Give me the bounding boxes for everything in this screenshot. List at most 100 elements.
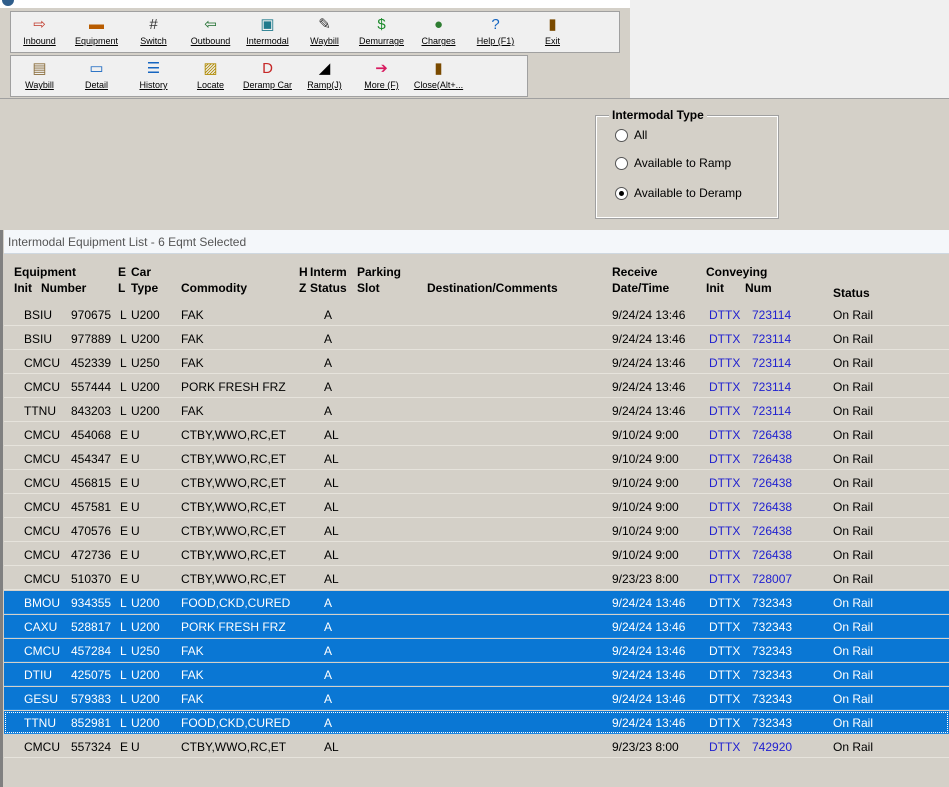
- header-destination[interactable]: Destination/Comments: [427, 281, 558, 295]
- radio-deramp-button[interactable]: [615, 186, 628, 200]
- header-l[interactable]: L: [118, 281, 125, 295]
- cell-conveying-num[interactable]: 732343: [752, 716, 792, 730]
- toolbar-button-intermodal[interactable]: ▣ Intermodal: [239, 12, 296, 52]
- radio-ramp-button[interactable]: [615, 156, 628, 170]
- toolbar2-button-close-alt[interactable]: ▮ Close(Alt+...: [410, 56, 467, 96]
- header-e[interactable]: E: [118, 265, 126, 279]
- header-type[interactable]: Type: [131, 281, 158, 295]
- header-datetime[interactable]: Date/Time: [612, 281, 669, 295]
- header-conveying-num[interactable]: Num: [745, 281, 772, 295]
- header-z[interactable]: Z: [299, 281, 306, 295]
- toolbar-button-demurrage[interactable]: $ Demurrage: [353, 12, 410, 52]
- table-row[interactable]: TTNU 843203 L U200 FAK A 9/24/24 13:46 DTTX 7231…: [4, 399, 949, 422]
- cell-conveying-init[interactable]: DTTX: [709, 356, 740, 370]
- header-conveying-init[interactable]: Init: [706, 281, 724, 295]
- cell-conveying-num[interactable]: 723114: [752, 404, 791, 418]
- table-row[interactable]: CMCU 557324 E U CTBY,WWO,RC,ET AL 9/23/23 8:00…: [4, 735, 949, 758]
- toolbar2-button-locate[interactable]: ▨ Locate: [182, 56, 239, 96]
- cell-conveying-init[interactable]: DTTX: [709, 452, 740, 466]
- cell-conveying-num[interactable]: 726438: [752, 524, 792, 538]
- header-row-status[interactable]: Status: [833, 286, 870, 300]
- cell-conveying-init[interactable]: DTTX: [709, 548, 740, 562]
- cell-conveying-init[interactable]: DTTX: [709, 380, 740, 394]
- toolbar2-button-more-f[interactable]: ➔ More (F): [353, 56, 410, 96]
- cell-conveying-num[interactable]: 732343: [752, 692, 792, 706]
- cell-conveying-num[interactable]: 732343: [752, 596, 792, 610]
- table-row[interactable]: CMCU 457284 L U250 FAK A 9/24/24 13:46 DTTX 7323…: [4, 639, 949, 662]
- table-row[interactable]: GESU 579383 L U200 FAK A 9/24/24 13:46 DTTX 7323…: [4, 687, 949, 710]
- table-row[interactable]: CMCU 510370 E U CTBY,WWO,RC,ET AL 9/23/23 8:00…: [4, 567, 949, 590]
- toolbar2-button-deramp-car[interactable]: D Deramp Car: [239, 56, 296, 96]
- cell-conveying-init[interactable]: DTTX: [709, 524, 740, 538]
- cell-conveying-num[interactable]: 732343: [752, 620, 792, 634]
- cell-conveying-num[interactable]: 726438: [752, 548, 792, 562]
- table-row[interactable]: CMCU 457581 E U CTBY,WWO,RC,ET AL 9/10/24 9:00…: [4, 495, 949, 518]
- toolbar-button-help-f1[interactable]: ? Help (F1): [467, 12, 524, 52]
- toolbar2-button-ramp-j[interactable]: ◢ Ramp(J): [296, 56, 353, 96]
- cell-conveying-num[interactable]: 723114: [752, 308, 791, 322]
- cell-conveying-num[interactable]: 726438: [752, 476, 792, 490]
- header-parking[interactable]: Parking: [357, 265, 401, 279]
- cell-conveying-init[interactable]: DTTX: [709, 620, 740, 634]
- header-equipment[interactable]: Equipment: [14, 265, 76, 279]
- header-init[interactable]: Init: [14, 281, 32, 295]
- cell-conveying-init[interactable]: DTTX: [709, 692, 740, 706]
- toolbar-button-waybill[interactable]: ✎ Waybill: [296, 12, 353, 52]
- table-row[interactable]: TTNU 852981 L U200 FOOD,CKD,CURED A 9/24/24 13…: [4, 711, 949, 734]
- table-row[interactable]: CMCU 456815 E U CTBY,WWO,RC,ET AL 9/10/24 9:00…: [4, 471, 949, 494]
- table-row[interactable]: CMCU 452339 L U250 FAK A 9/24/24 13:46 DTTX 7231…: [4, 351, 949, 374]
- header-interm[interactable]: Interm: [310, 265, 347, 279]
- table-row[interactable]: BMOU 934355 L U200 FOOD,CKD,CURED A 9/24/24 13…: [4, 591, 949, 614]
- cell-conveying-init[interactable]: DTTX: [709, 428, 740, 442]
- radio-all-button[interactable]: [615, 128, 628, 142]
- cell-conveying-init[interactable]: DTTX: [709, 404, 740, 418]
- cell-conveying-num[interactable]: 732343: [752, 644, 792, 658]
- toolbar-button-equipment[interactable]: ▬ Equipment: [68, 12, 125, 52]
- cell-conveying-num[interactable]: 726438: [752, 500, 792, 514]
- header-car[interactable]: Car: [131, 265, 151, 279]
- toolbar-button-switch[interactable]: # Switch: [125, 12, 182, 52]
- cell-conveying-num[interactable]: 728007: [752, 572, 792, 586]
- cell-conveying-num[interactable]: 723114: [752, 356, 791, 370]
- cell-conveying-init[interactable]: DTTX: [709, 740, 740, 754]
- table-row[interactable]: CMCU 557444 L U200 PORK FRESH FRZ A 9/24/24 13…: [4, 375, 949, 398]
- header-number[interactable]: Number: [41, 281, 86, 295]
- header-commodity[interactable]: Commodity: [181, 281, 247, 295]
- table-row[interactable]: BSIU 970675 L U200 FAK A 9/24/24 13:46 DTTX 7231…: [4, 303, 949, 326]
- toolbar2-button-detail[interactable]: ▭ Detail: [68, 56, 125, 96]
- header-receive[interactable]: Receive: [612, 265, 657, 279]
- header-status[interactable]: Status: [310, 281, 347, 295]
- cell-conveying-init[interactable]: DTTX: [709, 500, 740, 514]
- cell-conveying-init[interactable]: DTTX: [709, 572, 740, 586]
- toolbar2-button-history[interactable]: ☰ History: [125, 56, 182, 96]
- toolbar-button-inbound[interactable]: ⇨ Inbound: [11, 12, 68, 52]
- cell-conveying-init[interactable]: DTTX: [709, 644, 740, 658]
- toolbar-button-exit[interactable]: ▮ Exit: [524, 12, 581, 52]
- cell-conveying-init[interactable]: DTTX: [709, 332, 740, 346]
- header-h[interactable]: H: [299, 265, 308, 279]
- cell-conveying-num[interactable]: 726438: [752, 428, 792, 442]
- table-row[interactable]: CMCU 454347 E U CTBY,WWO,RC,ET AL 9/10/24 9:00…: [4, 447, 949, 470]
- cell-conveying-init[interactable]: DTTX: [709, 716, 740, 730]
- cell-conveying-num[interactable]: 732343: [752, 668, 792, 682]
- cell-conveying-num[interactable]: 742920: [752, 740, 792, 754]
- radio-all[interactable]: All: [615, 128, 647, 142]
- cell-conveying-init[interactable]: DTTX: [709, 668, 740, 682]
- table-row[interactable]: CMCU 472736 E U CTBY,WWO,RC,ET AL 9/10/24 9:00…: [4, 543, 949, 566]
- toolbar2-button-waybill[interactable]: ▤ Waybill: [11, 56, 68, 96]
- table-row[interactable]: CMCU 454068 E U CTBY,WWO,RC,ET AL 9/10/24 9:00…: [4, 423, 949, 446]
- table-row[interactable]: CMCU 470576 E U CTBY,WWO,RC,ET AL 9/10/24 9:00…: [4, 519, 949, 542]
- cell-conveying-num[interactable]: 723114: [752, 332, 791, 346]
- cell-conveying-num[interactable]: 726438: [752, 452, 792, 466]
- cell-conveying-init[interactable]: DTTX: [709, 476, 740, 490]
- cell-conveying-init[interactable]: DTTX: [709, 308, 740, 322]
- toolbar-button-outbound[interactable]: ⇦ Outbound: [182, 12, 239, 52]
- cell-conveying-num[interactable]: 723114: [752, 380, 791, 394]
- table-row[interactable]: CAXU 528817 L U200 PORK FRESH FRZ A 9/24/24 13…: [4, 615, 949, 638]
- header-conveying[interactable]: Conveying: [706, 265, 767, 279]
- toolbar-button-charges[interactable]: ● Charges: [410, 12, 467, 52]
- radio-available-to-deramp[interactable]: Available to Deramp: [615, 186, 742, 200]
- table-row[interactable]: BSIU 977889 L U200 FAK A 9/24/24 13:46 DTTX 7231…: [4, 327, 949, 350]
- header-slot[interactable]: Slot: [357, 281, 380, 295]
- cell-conveying-init[interactable]: DTTX: [709, 596, 740, 610]
